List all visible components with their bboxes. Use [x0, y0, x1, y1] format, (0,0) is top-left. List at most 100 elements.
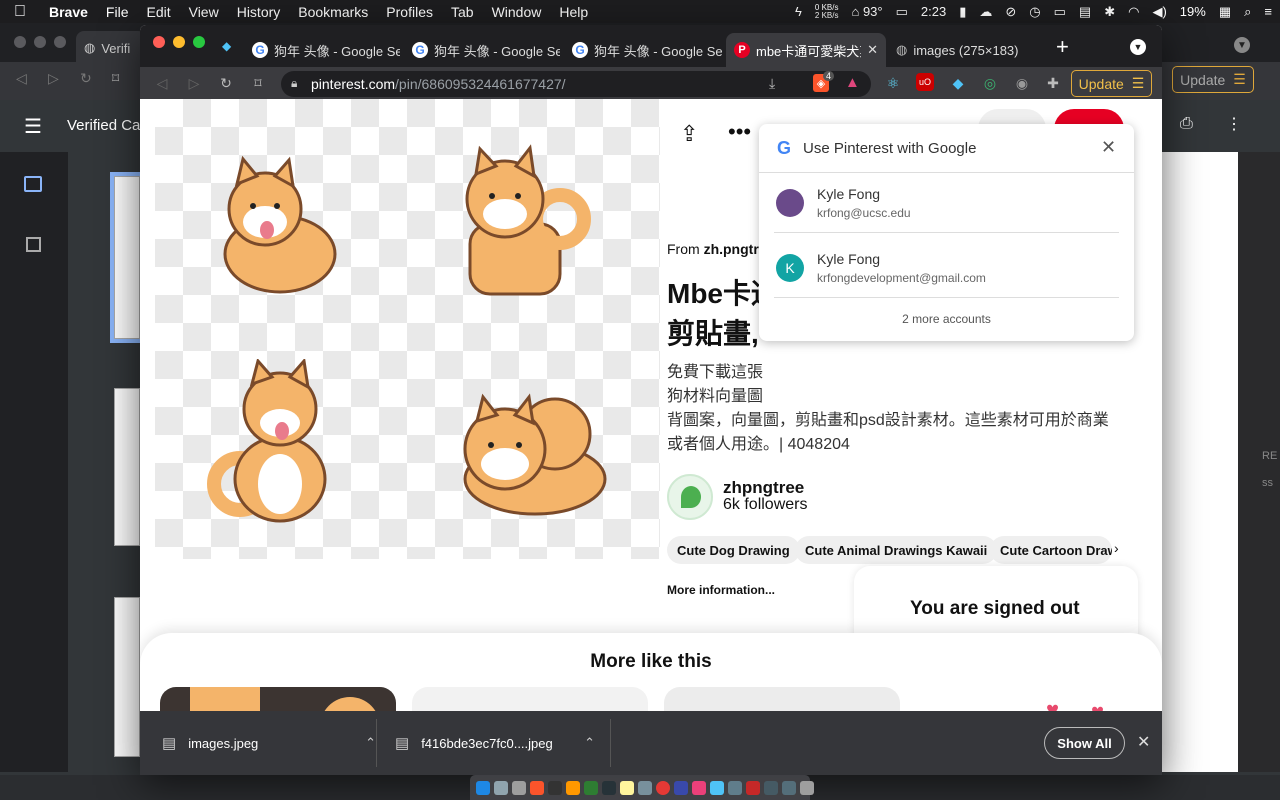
apple-icon[interactable]:  [0, 3, 40, 21]
flag-icon[interactable]: ▦ [1219, 4, 1231, 20]
close-tab-icon[interactable]: ✕ [867, 42, 878, 58]
bg-update-button[interactable]: Update ☰ [1172, 66, 1254, 93]
extensions-puzzle-icon[interactable]: ✚ [1043, 73, 1063, 93]
app-icon[interactable] [584, 780, 598, 795]
show-all-button[interactable]: Show All [1044, 727, 1125, 759]
reload-icon[interactable]: ↻ [216, 73, 236, 93]
forward-icon[interactable]: ▷ [184, 73, 204, 93]
menu-file[interactable]: File [97, 4, 138, 20]
chevron-up-icon[interactable]: ⌃ [584, 735, 595, 751]
diamond-extension-icon[interactable]: ◆ [948, 73, 968, 93]
wifi-icon[interactable]: ◠ [1128, 4, 1139, 20]
chevron-down-icon[interactable]: ▼ [1234, 37, 1250, 53]
tab-google-3[interactable]: G 狗年 头像 - Google Se [564, 33, 724, 67]
bookmark-icon[interactable]: ⌑ [248, 73, 268, 93]
notes-icon[interactable] [620, 780, 634, 795]
phone-icon[interactable]: ▮ [959, 4, 966, 20]
app-icon[interactable] [602, 780, 616, 795]
terminal-icon[interactable] [548, 780, 562, 795]
menu-edit[interactable]: Edit [137, 4, 179, 20]
tag-chip[interactable]: Cute Dog Drawing [667, 536, 800, 564]
tab-search-chevron-icon[interactable]: ▼ [1130, 39, 1146, 55]
brave-icon[interactable] [530, 780, 544, 795]
pinned-tab-diamond-icon[interactable]: ◆ [222, 39, 231, 53]
menu-app-name[interactable]: Brave [40, 4, 97, 20]
face-extension-icon[interactable]: ◉ [1012, 73, 1032, 93]
pdf-icon[interactable] [746, 780, 760, 795]
circle-icon[interactable]: ⊘ [1005, 4, 1016, 20]
cloud-icon[interactable]: ☁ [979, 4, 992, 20]
google-account-item[interactable]: K Kyle Fong krfongdevelopment@gmail.com [774, 238, 1119, 298]
chrome-icon[interactable] [656, 780, 670, 795]
spotlight-icon[interactable]: ⌕ [1244, 4, 1251, 20]
bg-tab-label[interactable]: Verifi [101, 41, 130, 56]
folder-icon[interactable] [710, 780, 724, 795]
menu-history[interactable]: History [228, 4, 290, 20]
download-item[interactable]: ▤ f416bde3ec7fc0....jpeg ⌃ [395, 711, 595, 775]
more-information-link[interactable]: More information... [667, 583, 775, 597]
pdf-page-thumbnail[interactable] [114, 388, 140, 546]
close-window-button[interactable] [153, 36, 165, 48]
tab-google-1[interactable]: G 狗年 头像 - Google Se [244, 33, 400, 67]
address-bar[interactable]: 🔒︎ pinterest.com/pin/686095324461677427/… [281, 71, 871, 97]
trash-icon[interactable] [800, 780, 814, 795]
pdf-page-thumbnail[interactable] [114, 597, 140, 757]
zoom-window-button[interactable] [193, 36, 205, 48]
app-icon[interactable] [782, 780, 796, 795]
share-icon[interactable]: ⇪ [680, 121, 698, 147]
google-account-item[interactable]: Kyle Fong krfong@ucsc.edu [774, 173, 1119, 233]
menu-view[interactable]: View [180, 4, 228, 20]
outline-view-icon[interactable] [26, 237, 41, 252]
close-icon[interactable]: ✕ [1101, 137, 1116, 158]
creator-name[interactable]: zhpngtree [723, 478, 804, 498]
tab-google-2[interactable]: G 狗年 头像 - Google Se [404, 33, 560, 67]
control-center-icon[interactable]: ≡ [1264, 4, 1272, 19]
airplay-icon[interactable]: ▭ [1054, 4, 1066, 20]
thumbnail-view-icon[interactable] [24, 176, 42, 192]
more-accounts-link[interactable]: 2 more accounts [759, 312, 1134, 326]
creator-avatar[interactable] [667, 474, 713, 520]
download-page-icon[interactable]: ⤓ [769, 75, 775, 92]
music-icon[interactable] [692, 780, 706, 795]
back-icon[interactable]: ◁ [16, 70, 27, 87]
download-item[interactable]: ▤ images.jpeg ⌃ [162, 711, 376, 775]
preview-icon[interactable] [638, 780, 652, 795]
ublock-icon[interactable]: uO [916, 73, 934, 91]
app-icon[interactable] [728, 780, 742, 795]
sublime-icon[interactable] [566, 780, 580, 795]
app-icon[interactable] [512, 780, 526, 795]
react-devtools-icon[interactable]: ⚛ [883, 73, 903, 93]
menu-profiles[interactable]: Profiles [377, 4, 442, 20]
print-icon[interactable]: ⎙ [1180, 115, 1193, 133]
bluetooth-icon[interactable]: ✱ [1104, 4, 1115, 20]
reload-icon[interactable]: ↻ [80, 70, 92, 87]
menu-tab[interactable]: Tab [442, 4, 483, 20]
app-icon[interactable] [764, 780, 778, 795]
tab-pinterest[interactable]: Pmbe卡通可愛柴犬剪 ✕ [726, 33, 886, 67]
source-link[interactable]: zh.pngtr [704, 241, 759, 257]
menu-bookmarks[interactable]: Bookmarks [289, 4, 377, 20]
tag-chip[interactable]: Cute Animal Drawings Kawaii [795, 536, 998, 564]
more-vert-icon[interactable]: ⋮ [1226, 114, 1242, 134]
app-icon[interactable] [674, 780, 688, 795]
close-icon[interactable]: ✕ [1137, 732, 1150, 752]
update-button[interactable]: Update ☰ [1071, 70, 1152, 97]
tab-images[interactable]: ◍ images (275×183) [888, 33, 1044, 67]
menu-window[interactable]: Window [483, 4, 551, 20]
minimize-window-button[interactable] [173, 36, 185, 48]
chevron-up-icon[interactable]: ⌃ [365, 735, 376, 751]
new-tab-button[interactable]: + [1056, 34, 1069, 60]
pin-image[interactable] [155, 99, 660, 559]
circle-extension-icon[interactable]: ◎ [980, 73, 1000, 93]
launchpad-icon[interactable] [494, 780, 508, 795]
menu-help[interactable]: Help [550, 4, 597, 20]
forward-icon[interactable]: ▷ [48, 70, 59, 87]
volume-icon[interactable]: ◀) [1152, 4, 1166, 20]
chevron-right-icon[interactable]: › [1114, 540, 1119, 556]
more-options-icon[interactable]: ••• [728, 119, 751, 145]
finder-icon[interactable] [476, 780, 490, 795]
menu-icon[interactable]: ☰ [24, 114, 42, 139]
time-machine-icon[interactable]: ◷ [1029, 4, 1040, 20]
back-icon[interactable]: ◁ [152, 73, 172, 93]
battery-percent[interactable]: 19% [1180, 4, 1206, 19]
